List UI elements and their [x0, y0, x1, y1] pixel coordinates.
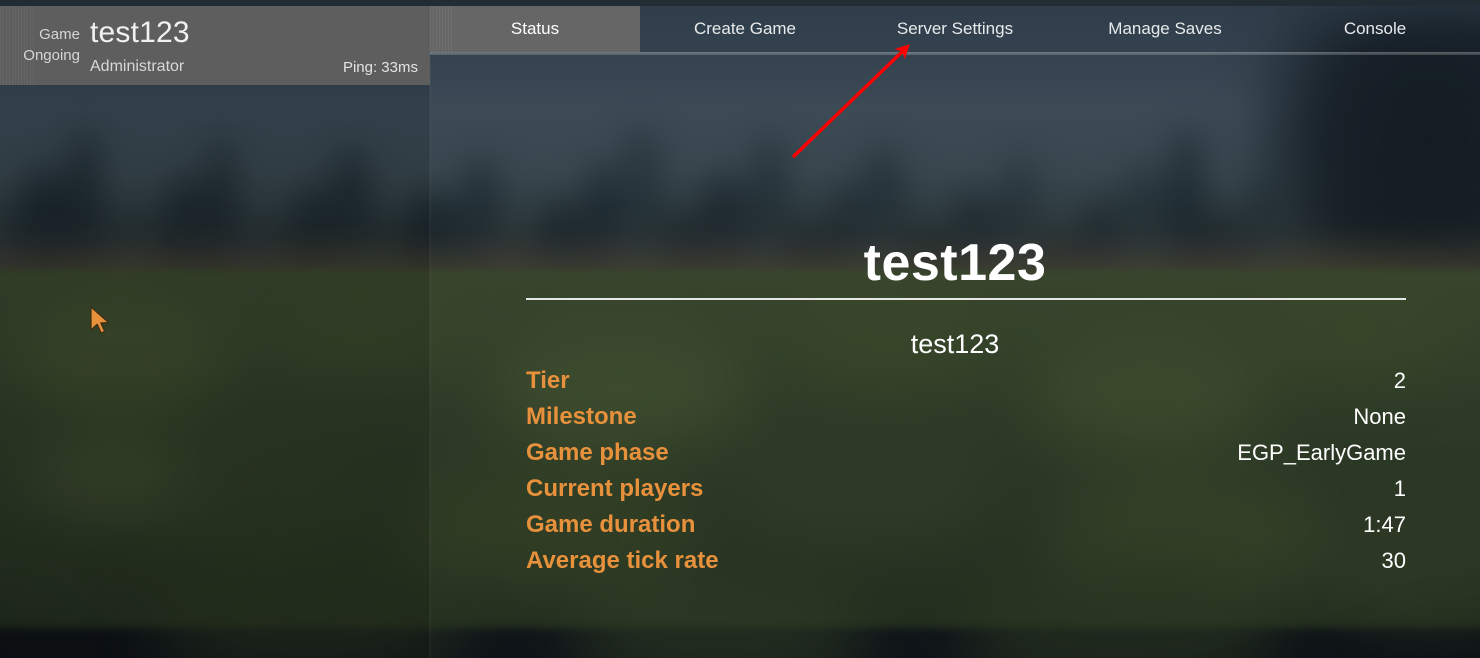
- left-panel-dim-overlay: [0, 0, 430, 658]
- game-state-badge: Game Ongoing: [8, 24, 80, 66]
- stat-value-game-phase: EGP_EarlyGame: [1237, 440, 1406, 465]
- title-divider: [526, 298, 1406, 300]
- stat-label-game-duration: Game duration: [526, 511, 696, 538]
- status-stats-list: Tier 2 Milestone None Game phase EGP_EarlyGam…: [526, 363, 1406, 579]
- stat-label-tier: Tier: [526, 367, 570, 394]
- tab-manage-saves[interactable]: Manage Saves: [1060, 6, 1270, 52]
- tab-server-settings[interactable]: Server Settings: [850, 6, 1060, 52]
- stat-value-milestone: None: [1353, 404, 1406, 429]
- ping-indicator: Ping: 33ms: [342, 59, 418, 76]
- tab-label: Status: [510, 19, 560, 38]
- game-state-line-2: Ongoing: [23, 47, 80, 64]
- stat-row: Current players 1: [526, 471, 1406, 507]
- stat-label-average-tick-rate: Average tick rate: [526, 547, 719, 574]
- tab-label: Manage Saves: [1108, 19, 1222, 38]
- stat-row: Tier 2: [526, 363, 1406, 399]
- stat-row: Game phase EGP_EarlyGame: [526, 435, 1406, 471]
- stat-label-game-phase: Game phase: [526, 439, 669, 466]
- navigation-underline: [430, 52, 1480, 55]
- server-name: test123: [90, 16, 190, 49]
- server-info-card[interactable]: Game Ongoing test123 Administrator Ping:…: [0, 6, 430, 85]
- stat-value-tier: 2: [1393, 368, 1406, 393]
- tab-console[interactable]: Console: [1270, 6, 1480, 52]
- tab-label: Server Settings: [896, 19, 1014, 38]
- stat-row: Milestone None: [526, 399, 1406, 435]
- stat-row: Game duration 1:47: [526, 507, 1406, 543]
- page-subtitle: test123: [910, 329, 1000, 359]
- page-title: test123: [863, 234, 1047, 292]
- app-window: Game Ongoing test123 Administrator Ping:…: [0, 0, 1480, 658]
- server-role: Administrator: [90, 58, 185, 75]
- stat-value-average-tick-rate: 30: [1381, 548, 1406, 573]
- stat-label-current-players: Current players: [526, 475, 704, 502]
- stat-row: Average tick rate 30: [526, 543, 1406, 579]
- tab-status[interactable]: Status: [430, 6, 640, 52]
- stat-value-game-duration: 1:47: [1363, 512, 1406, 537]
- tab-create-game[interactable]: Create Game: [640, 6, 850, 52]
- stat-value-current-players: 1: [1393, 476, 1406, 501]
- mouse-cursor-arrow-icon: [90, 306, 112, 336]
- tab-label: Create Game: [693, 19, 797, 38]
- tab-hatch-decoration: [430, 6, 454, 52]
- game-state-line-1: Game: [39, 26, 80, 43]
- navigation-tabs[interactable]: Status Create Game Server Settings Manage S…: [430, 6, 1480, 52]
- tab-label: Console: [1343, 19, 1407, 38]
- status-page: test123 test123 Tier 2 Milestone None Game p…: [430, 55, 1480, 658]
- stat-label-milestone: Milestone: [526, 403, 637, 430]
